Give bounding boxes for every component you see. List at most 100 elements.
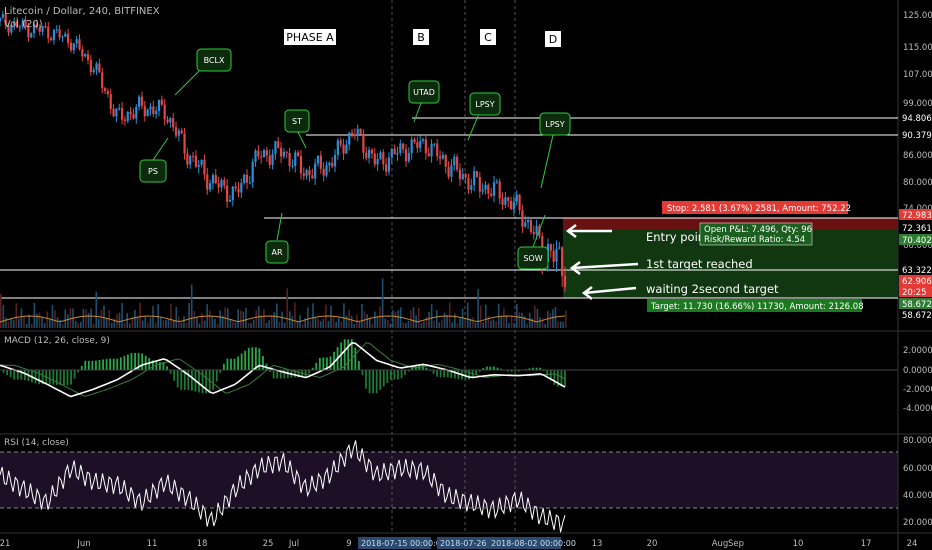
chart-canvas[interactable]: PHASE A B C D PS BCLX AR ST UTAD LPSY LP… xyxy=(0,0,932,550)
volume-bar xyxy=(134,309,136,328)
volume-bar xyxy=(105,318,108,328)
volume-bar xyxy=(410,310,412,328)
macd-histogram-bar xyxy=(180,370,183,390)
macd-histogram-bar xyxy=(443,370,446,378)
volume-bar xyxy=(85,309,87,328)
candle-body xyxy=(407,153,410,162)
volume-bar xyxy=(162,320,165,328)
candle-body xyxy=(115,108,118,117)
candle-body xyxy=(424,139,427,154)
macd-tick: -4.0000 xyxy=(903,404,932,414)
candle-body xyxy=(200,159,203,165)
candle-body xyxy=(118,107,121,109)
time-tick: 24 xyxy=(907,539,918,549)
rsi-tick: 40.0000 xyxy=(903,491,932,501)
candle-body xyxy=(535,226,538,235)
volume-bar xyxy=(314,317,317,328)
macd-histogram-bar xyxy=(23,370,26,381)
macd-histogram-bar xyxy=(361,370,364,376)
candle-body xyxy=(552,250,555,262)
volume-bar xyxy=(103,305,105,328)
volume-bar xyxy=(557,321,559,328)
price-badge-label: 94.806 xyxy=(902,114,932,124)
macd-histogram-bar xyxy=(212,370,215,391)
macd-histogram-bar xyxy=(159,362,161,371)
volume-bar xyxy=(307,307,309,328)
candle-body xyxy=(174,127,178,136)
candle-body xyxy=(495,181,498,183)
volume-bar xyxy=(178,316,180,328)
candle-body xyxy=(47,26,50,39)
volume-bar xyxy=(56,317,59,328)
volume-bar xyxy=(121,303,123,328)
volume-bar xyxy=(294,302,296,328)
volume-bar xyxy=(430,304,433,328)
volume-bar xyxy=(371,323,374,328)
macd-histogram-bar xyxy=(98,360,101,371)
macd-histogram-bar xyxy=(389,370,392,380)
candle-body xyxy=(101,72,104,89)
candle-body xyxy=(203,159,206,175)
first-target-label: 1st target reached xyxy=(646,257,753,271)
phase-label: D xyxy=(549,33,557,46)
candle-body xyxy=(416,142,419,148)
macd-histogram-bar xyxy=(130,353,133,371)
macd-histogram-bar xyxy=(63,370,65,386)
volume-bar xyxy=(208,310,211,328)
volume-bar xyxy=(15,303,18,328)
candle-body xyxy=(504,197,507,205)
candle-body xyxy=(385,164,388,172)
volume-bar xyxy=(301,323,304,328)
date-badge-label: 2018-07-15 00:00:00 xyxy=(361,539,446,548)
candle-body xyxy=(333,154,337,167)
candle-body xyxy=(441,155,445,159)
macd-histogram-bar xyxy=(141,353,144,371)
volume-bar xyxy=(526,323,528,328)
volume-bar xyxy=(513,322,516,328)
candle-body xyxy=(177,130,180,136)
volume-bar xyxy=(438,322,441,328)
volume-bar xyxy=(327,321,330,328)
macd-histogram-bar xyxy=(66,370,69,386)
candle-body xyxy=(367,149,371,159)
candle-body xyxy=(314,163,317,179)
macd-tick: 2.0000 xyxy=(903,346,932,356)
price-tick: 107.000 xyxy=(903,70,932,80)
callout-label: SOW xyxy=(523,254,542,263)
volume-bar xyxy=(20,308,23,328)
macd-histogram-bar xyxy=(6,370,9,376)
price-tick: 99.000 xyxy=(903,99,932,109)
candle-body xyxy=(211,175,215,184)
volume-bar xyxy=(482,322,485,328)
candle-body xyxy=(98,63,101,73)
volume-bar xyxy=(61,323,64,328)
volume-bar xyxy=(487,315,490,328)
macd-histogram-bar xyxy=(127,354,129,371)
volume-bar xyxy=(118,312,121,328)
volume-bar xyxy=(196,316,198,328)
volume-bar xyxy=(340,321,343,328)
volume-bar xyxy=(131,317,134,328)
macd-histogram-bar xyxy=(187,370,190,390)
macd-histogram-bar xyxy=(354,347,357,371)
phase-label: C xyxy=(484,31,492,44)
candle-body xyxy=(163,104,166,120)
volume-bar xyxy=(0,294,2,328)
candle-body xyxy=(561,247,564,276)
candle-body xyxy=(274,141,277,154)
macd-histogram-bar xyxy=(119,357,122,371)
volume-bar xyxy=(397,310,399,328)
volume-bar xyxy=(247,323,250,328)
candle-body xyxy=(456,156,459,170)
volume-bar xyxy=(219,310,221,328)
candle-body xyxy=(191,155,195,157)
candle-body xyxy=(473,171,476,186)
macd-histogram-bar xyxy=(400,370,403,379)
candle-body xyxy=(169,118,172,123)
volume-bar xyxy=(64,309,67,328)
candle-body xyxy=(507,197,510,201)
candle-body xyxy=(475,171,479,178)
candle-body xyxy=(240,182,243,193)
volume-bar xyxy=(234,322,237,328)
macd-histogram-bar xyxy=(340,342,343,371)
